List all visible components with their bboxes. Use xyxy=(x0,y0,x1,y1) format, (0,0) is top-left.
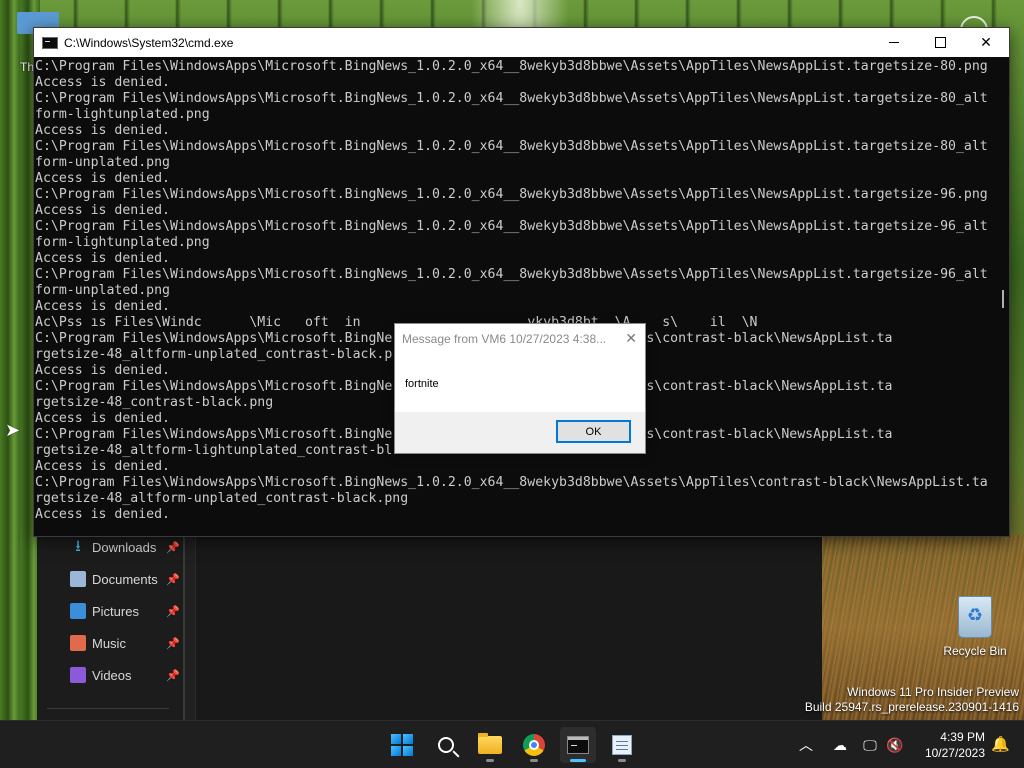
nav-item-music[interactable]: Music 📌 xyxy=(70,633,180,653)
documents-icon xyxy=(70,571,86,587)
windows-logo-icon xyxy=(391,734,413,756)
pictures-icon xyxy=(70,603,86,619)
search-button[interactable] xyxy=(428,727,464,763)
close-icon[interactable]: ✕ xyxy=(625,330,637,347)
message-text: fortnite xyxy=(405,378,439,390)
console-line: Access is denied. xyxy=(35,123,170,138)
desktop-icon-fragment-label: Th xyxy=(20,60,35,74)
notification-bell-icon[interactable]: 🔔 xyxy=(991,735,1010,753)
cmd-window-title: C:\Windows\System32\cmd.exe xyxy=(64,35,234,50)
watermark-line-2: Build 25947.rs_prerelease.230901-1416 xyxy=(804,700,1019,714)
nav-item-pictures[interactable]: Pictures 📌 xyxy=(70,601,180,621)
nav-item-label: Music xyxy=(92,635,126,651)
console-line: Access is denied. xyxy=(35,171,170,186)
pin-icon: 📌 xyxy=(166,541,180,554)
console-line: Access is denied. xyxy=(35,299,170,314)
nav-item-documents[interactable]: Documents 📌 xyxy=(70,569,180,589)
notepad-icon xyxy=(612,735,632,755)
message-dialog[interactable]: Message from VM6 10/27/2023 4:38... ✕ fo… xyxy=(394,323,646,454)
console-line: C:\Program Files\WindowsApps\Microsoft.B… xyxy=(35,267,988,282)
console-line: Access is denied. xyxy=(35,459,170,474)
console-line: Access is denied. xyxy=(35,507,170,522)
message-dialog-footer: OK xyxy=(395,412,645,453)
folder-icon xyxy=(478,733,502,754)
clock-time: 4:39 PM xyxy=(940,730,985,744)
pin-icon: 📌 xyxy=(166,669,180,682)
console-line: form-unplated.png xyxy=(35,155,170,170)
music-icon xyxy=(70,635,86,651)
nav-item-label: Videos xyxy=(92,667,132,683)
nav-item-videos[interactable]: Videos 📌 xyxy=(70,665,180,685)
console-line: C:\Program Files\WindowsApps\Microsoft.B… xyxy=(35,475,988,490)
minimize-button[interactable] xyxy=(871,28,917,57)
cmd-app-icon xyxy=(42,36,58,49)
command-prompt-icon xyxy=(567,736,589,754)
cmd-window[interactable]: C:\Windows\System32\cmd.exe C:\Program F… xyxy=(33,27,1010,537)
message-dialog-body: fortnite xyxy=(395,353,645,412)
console-line: Access is denied. xyxy=(35,75,170,90)
cmd-titlebar[interactable]: C:\Windows\System32\cmd.exe xyxy=(34,28,1009,57)
active-indicator xyxy=(570,759,586,762)
close-button[interactable] xyxy=(963,28,1009,57)
console-line: C:\Program Files\WindowsApps\Microsoft.B… xyxy=(35,59,988,74)
message-dialog-titlebar[interactable]: Message from VM6 10/27/2023 4:38... ✕ xyxy=(395,324,645,353)
videos-icon xyxy=(70,667,86,683)
mouse-cursor-icon: ➤ xyxy=(5,420,21,440)
console-line: C:\Program Files\WindowsApps\Microsoft.B… xyxy=(35,139,988,154)
console-line: Access is denied. xyxy=(35,203,170,218)
recycle-bin[interactable]: Recycle Bin xyxy=(940,596,1010,658)
downloads-icon: ⭳ xyxy=(75,538,81,555)
taskbar-chrome[interactable] xyxy=(516,727,552,763)
taskbar-notepad[interactable] xyxy=(604,727,640,763)
console-line: C:\Program Files\WindowsApps\Microsoft.B… xyxy=(35,219,988,234)
nav-divider xyxy=(47,708,169,709)
running-indicator xyxy=(530,759,538,762)
ok-button[interactable]: OK xyxy=(556,420,631,443)
explorer-content-pane[interactable] xyxy=(195,536,822,720)
pin-icon: 📌 xyxy=(166,605,180,618)
chevron-up-icon[interactable]: ︿ xyxy=(796,735,816,755)
volume-muted-icon[interactable]: 🔇 xyxy=(885,735,905,755)
start-button[interactable] xyxy=(384,727,420,763)
cmd-scrollbar-thumb[interactable] xyxy=(1002,290,1004,308)
search-icon xyxy=(438,737,454,753)
chrome-icon xyxy=(523,734,545,756)
pin-icon: 📌 xyxy=(166,637,180,650)
nav-item-label: Pictures xyxy=(92,603,139,619)
taskbar-clock[interactable]: 4:39 PM 10/27/2023 xyxy=(925,729,985,761)
maximize-button[interactable] xyxy=(917,28,963,57)
os-watermark: Windows 11 Pro Insider Preview Build 259… xyxy=(805,685,1019,715)
network-icon[interactable]: 🖵 xyxy=(860,735,880,755)
nav-item-label: Downloads xyxy=(92,539,157,555)
pin-icon: 📌 xyxy=(166,573,180,586)
console-line: form-unplated.png xyxy=(35,283,170,298)
taskbar-command-prompt[interactable] xyxy=(560,727,596,763)
message-dialog-title: Message from VM6 10/27/2023 4:38... xyxy=(402,331,607,346)
recycle-bin-label: Recycle Bin xyxy=(943,644,1007,658)
console-line: rgetsize-48_altform-unplated_contrast-bl… xyxy=(35,491,409,506)
taskbar-file-explorer[interactable] xyxy=(472,727,508,763)
console-line: form-lightunplated.png xyxy=(35,235,210,250)
console-line: Access is denied. xyxy=(35,251,170,266)
watermark-line-1: Windows 11 Pro Insider Preview xyxy=(847,685,1019,699)
console-line: C:\Program Files\WindowsApps\Microsoft.B… xyxy=(35,91,988,106)
explorer-navigation-pane: ⭳ Downloads 📌 Documents 📌 Pictures 📌 Mus… xyxy=(37,536,185,720)
console-line: form-lightunplated.png xyxy=(35,107,210,122)
nav-item-label: Documents xyxy=(92,571,158,587)
file-explorer-window: ⭳ Downloads 📌 Documents 📌 Pictures 📌 Mus… xyxy=(37,536,822,720)
cmd-console-output[interactable]: C:\Program Files\WindowsApps\Microsoft.B… xyxy=(34,57,1000,537)
console-line: C:\Program Files\WindowsApps\Microsoft.B… xyxy=(35,187,988,202)
running-indicator xyxy=(618,759,626,762)
recycle-bin-icon xyxy=(958,596,992,638)
clock-date: 10/27/2023 xyxy=(924,746,985,760)
taskbar: ︿ ☁ 🖵 🔇 4:39 PM 10/27/2023 🔔 xyxy=(0,720,1024,768)
onedrive-cloud-icon[interactable]: ☁ xyxy=(830,735,850,755)
nav-item-downloads[interactable]: ⭳ Downloads 📌 xyxy=(70,537,180,557)
running-indicator xyxy=(486,759,494,762)
